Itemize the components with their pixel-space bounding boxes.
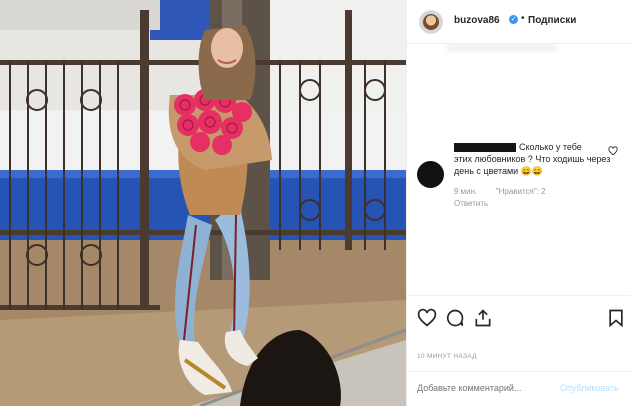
- separator-dot: •: [521, 13, 525, 24]
- post-photo[interactable]: [0, 0, 406, 406]
- comment-icon[interactable]: [445, 308, 465, 328]
- commenter-avatar[interactable]: [417, 161, 444, 188]
- comment-heart-icon[interactable]: [608, 146, 618, 156]
- post-sidebar: buzova86 ✓ • Подписки Сколько у тебе эти…: [406, 0, 631, 406]
- action-bar: [407, 295, 631, 343]
- share-icon[interactable]: [473, 308, 493, 328]
- add-comment-bar: Опубликовать: [407, 371, 631, 406]
- heart-icon[interactable]: [417, 308, 437, 328]
- bookmark-icon[interactable]: [606, 308, 626, 328]
- photo-image: [0, 0, 406, 406]
- post-timestamp: 10 МИНУТ НАЗАД: [417, 353, 477, 360]
- comment-meta: 9 мин. "Нравится": 2: [454, 187, 546, 196]
- comment-likes[interactable]: "Нравится": 2: [496, 187, 546, 196]
- comment-text-line1: Сколько у тебе: [519, 142, 582, 152]
- comment-text-body: этих любовников ? Что ходишь через день …: [454, 154, 611, 176]
- reply-button[interactable]: Ответить: [454, 199, 488, 208]
- publish-button[interactable]: Опубликовать: [560, 383, 619, 393]
- username-link[interactable]: buzova86: [454, 15, 500, 26]
- comment-input[interactable]: [417, 383, 547, 393]
- post-view: buzova86 ✓ • Подписки Сколько у тебе эти…: [0, 0, 631, 406]
- verified-icon: ✓: [509, 15, 518, 24]
- post-header: buzova86 ✓ • Подписки: [407, 0, 631, 44]
- avatar[interactable]: [419, 10, 443, 34]
- following-button[interactable]: Подписки: [528, 15, 576, 26]
- comment-time: 9 мин.: [454, 187, 478, 196]
- blurred-caption: [447, 44, 557, 52]
- redacted-username: [454, 143, 516, 152]
